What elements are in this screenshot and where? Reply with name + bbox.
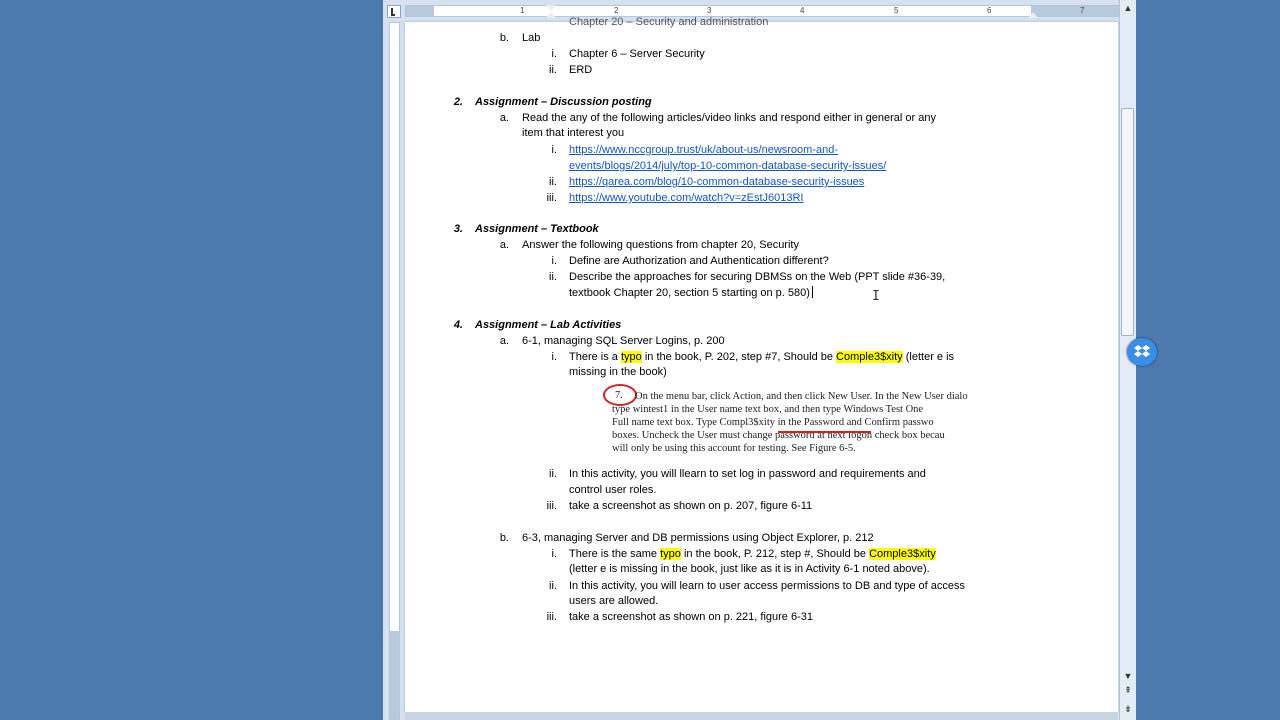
ruler-number: 4	[800, 6, 805, 15]
assignment-4-heading: Assignment – Lab Activities	[475, 319, 622, 331]
text-cursor	[811, 286, 813, 298]
document-page[interactable]: Chapter 20 – Security and administration…	[405, 16, 1118, 712]
heading-number: 2.	[453, 96, 463, 108]
hanging-indent-marker[interactable]	[546, 12, 556, 18]
first-line-indent-marker[interactable]	[546, 5, 556, 11]
list-item: take a screenshot as shown on p. 221, fi…	[569, 611, 813, 623]
list-item: take a screenshot as shown on p. 207, fi…	[569, 500, 813, 512]
list-marker: ii.	[549, 271, 557, 283]
annotation-underline	[778, 431, 871, 433]
ruler-number: 6	[987, 6, 992, 15]
list-marker: b.	[499, 532, 509, 544]
tab-selector-button[interactable]	[387, 5, 401, 18]
paragraph-line: item that interest you	[522, 127, 625, 139]
scrollbar-thumb[interactable]	[1121, 108, 1134, 336]
highlighted-text: typo	[660, 548, 681, 560]
list-item-continued: control user roles.	[569, 484, 657, 496]
next-page-icon[interactable]: ⇟	[1122, 703, 1134, 715]
article-link[interactable]: https://www.nccgroup.trust/uk/about-us/n…	[569, 144, 838, 156]
excerpt-line: Full name text box. Type Compl3$xity in …	[612, 417, 934, 428]
list-marker: i.	[551, 548, 558, 560]
list-marker: iii.	[546, 611, 557, 623]
paragraph-line: Answer the following questions from chap…	[522, 239, 799, 251]
list-marker: iii.	[546, 192, 557, 204]
list-item: Define are Authorization and Authenticat…	[569, 255, 829, 267]
ruler-number: 1	[520, 6, 525, 15]
article-link-continued[interactable]: events/blogs/2014/july/top-10-common-dat…	[569, 160, 886, 172]
article-link[interactable]: https://qarea.com/blog/10-common-databas…	[569, 176, 864, 188]
paragraph-line: Read the any of the following articles/v…	[522, 112, 936, 124]
list-item: In this activity, you will llearn to set…	[569, 468, 926, 480]
assignment-2-heading: Assignment – Discussion posting	[475, 96, 652, 108]
excerpt-line: type wintest1 in the User name text box,…	[612, 404, 924, 415]
list-item: There is the same typo in the book, P. 2…	[569, 548, 936, 560]
list-marker: a.	[499, 335, 509, 347]
list-item-continued: (letter e is missing in the book, just l…	[569, 563, 930, 575]
scroll-up-arrow-icon[interactable]: ▲	[1122, 2, 1134, 14]
paragraph-line: 6-1, managing SQL Server Logins, p. 200	[522, 335, 725, 347]
right-indent-marker[interactable]	[1028, 12, 1038, 18]
clipped-line: Chapter 20 – Security and administration	[569, 16, 769, 28]
mouse-ibeam-cursor-icon: I	[872, 289, 880, 304]
document-body[interactable]: Chapter 20 – Security and administration…	[405, 16, 1118, 712]
list-marker: i.	[551, 144, 558, 156]
scroll-down-arrow-icon[interactable]: ▼	[1122, 670, 1134, 682]
excerpt-step-number: 7.	[615, 390, 623, 401]
highlighted-text: typo	[620, 351, 642, 363]
lab-label: Lab	[522, 32, 541, 44]
assignment-3-heading: Assignment – Textbook	[475, 223, 599, 235]
list-item-continued: users are allowed.	[569, 595, 659, 607]
list-marker: i.	[551, 48, 558, 60]
list-marker: i.	[551, 351, 558, 363]
list-item: Chapter 6 – Server Security	[569, 48, 705, 60]
ruler-number: 7	[1080, 6, 1085, 15]
list-marker: ii.	[549, 580, 557, 592]
list-item: There is a typo in the book, P. 202, ste…	[569, 351, 955, 363]
list-marker: iii.	[546, 500, 557, 512]
vertical-ruler[interactable]	[383, 22, 405, 720]
word-window: 1 2 3 4 5 6 7 Chapter 20 – Security and …	[383, 0, 1136, 720]
highlighted-text: Comple3$xity	[869, 548, 936, 560]
excerpt-line: On the menu bar, click Action, and then …	[635, 391, 968, 402]
dropbox-icon[interactable]	[1127, 338, 1157, 366]
list-item: In this activity, you will learn to user…	[569, 580, 965, 592]
list-marker: ii.	[549, 64, 557, 76]
list-marker: i.	[551, 255, 558, 267]
list-marker: a.	[499, 239, 509, 251]
list-marker: b.	[499, 32, 509, 44]
highlighted-text: Comple3$xity	[836, 351, 903, 363]
paragraph-line: 6-3, managing Server and DB permissions …	[522, 532, 874, 544]
list-item-continued: missing in the book)	[569, 366, 667, 378]
list-item: ERD	[569, 64, 593, 76]
list-item: Describe the approaches for securing DBM…	[569, 271, 946, 283]
list-marker: ii.	[549, 468, 557, 480]
heading-number: 4.	[453, 319, 463, 331]
list-item-continued: textbook Chapter 20, section 5 starting …	[569, 287, 810, 299]
excerpt-line: will only be using this account for test…	[612, 443, 856, 454]
list-marker: a.	[499, 112, 509, 124]
video-link[interactable]: https://www.youtube.com/watch?v=zEstJ601…	[569, 192, 803, 204]
previous-page-icon[interactable]: ⇞	[1122, 684, 1134, 696]
heading-number: 3.	[453, 223, 463, 235]
ruler-number: 5	[894, 6, 899, 15]
list-marker: ii.	[549, 176, 557, 188]
